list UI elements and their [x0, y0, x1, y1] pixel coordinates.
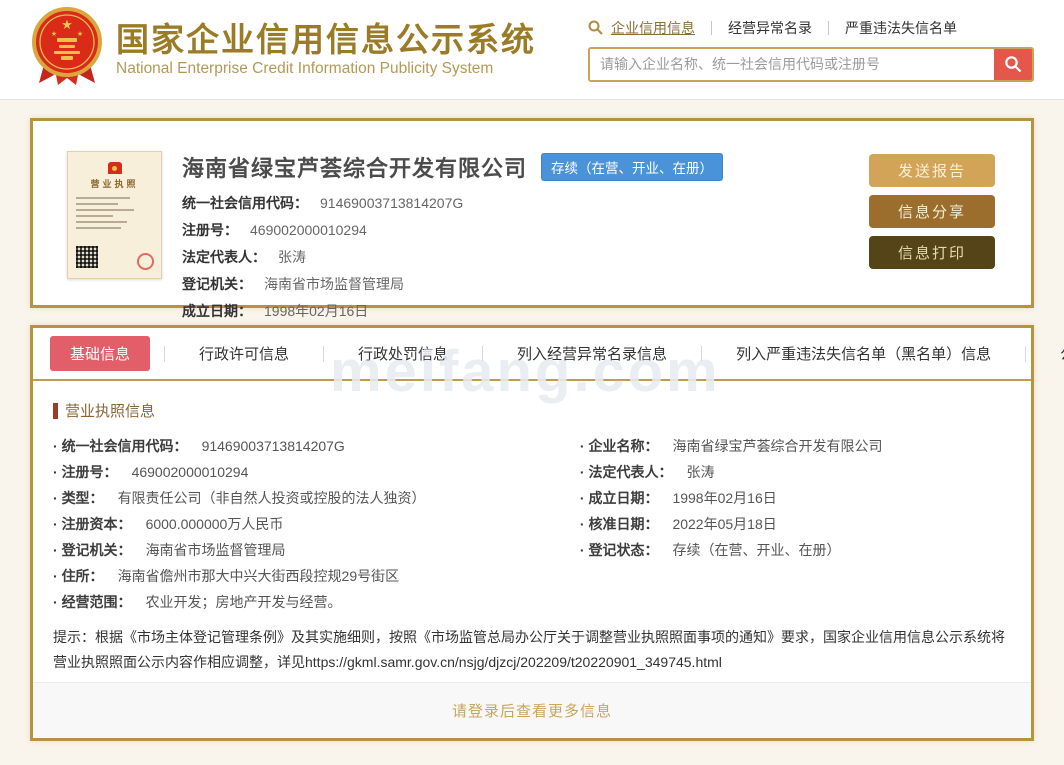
svg-text:★: ★ — [61, 17, 73, 32]
site-title: 国家企业信用信息公示系统 — [116, 20, 536, 58]
national-emblem-logo: ★ ★ ★ — [30, 5, 104, 94]
field-address: 住所：海南省儋州市那大中兴大街西段控规29号街区 — [53, 566, 580, 592]
license-fields-left-column: 统一社会信用代码：91469003713814207G 注册号：46900200… — [53, 436, 580, 618]
search-button[interactable] — [994, 48, 1032, 80]
field-approval-date: 核准日期：2022年05月18日 — [580, 514, 1011, 540]
site-subtitle: National Enterprise Credit Information P… — [116, 60, 494, 78]
tab-bar: 基础信息 行政许可信息 行政处罚信息 列入经营异常名录信息 列入严重违法失信名单… — [33, 328, 1064, 381]
tab-separator — [482, 345, 484, 362]
nav-link-serious-violations[interactable]: 严重违法失信名单 — [845, 18, 957, 38]
field-reg-authority: 登记机关：海南省市场监督管理局 — [53, 540, 580, 566]
card-footer: 请登录后查看更多信息 — [33, 682, 1031, 738]
tab-admin-penalty[interactable]: 行政处罚信息 — [338, 336, 468, 371]
license-fields-grid: 统一社会信用代码：91469003713814207G 注册号：46900200… — [53, 436, 1011, 618]
page-main: 营业执照 海南省绿宝芦荟综合开发有限公司 存续（在营、开业、在册） 统一社会信用… — [0, 100, 1064, 741]
summary-field-reg-number: 注册号： 469002000010294 — [182, 222, 367, 238]
field-registration-status: 登记状态：存续（在营、开业、在册） — [580, 540, 1011, 566]
print-info-button[interactable]: 信息打印 — [869, 236, 995, 269]
nav-link-abnormal-operations[interactable]: 经营异常名录 — [728, 18, 812, 38]
license-fields-right-column: 企业名称：海南省绿宝芦荟综合开发有限公司 法定代表人：张涛 成立日期：1998年… — [580, 436, 1011, 618]
svg-text:★: ★ — [51, 30, 57, 38]
detail-card: 基础信息 行政许可信息 行政处罚信息 列入经营异常名录信息 列入严重违法失信名单… — [30, 325, 1064, 741]
brand-text: 国家企业信用信息公示系统 National Enterprise Credit … — [116, 21, 536, 79]
summary-field-establish-date: 成立日期： 1998年02月16日 — [182, 303, 369, 319]
summary-field-legal-rep: 法定代表人： 张涛 — [182, 249, 306, 265]
search-bar — [588, 46, 1034, 82]
tab-abnormal-operations[interactable]: 列入经营异常名录信息 — [497, 336, 687, 371]
qr-code-icon — [76, 246, 98, 268]
license-info-section: 营业执照信息 统一社会信用代码：91469003713814207G 注册号：4… — [33, 381, 1031, 682]
license-emblem-icon — [107, 162, 122, 174]
tab-separator — [701, 345, 703, 362]
top-nav: 企业信用信息 经营异常名录 严重违法失信名单 — [588, 18, 1034, 38]
search-icon — [588, 20, 603, 35]
license-text-lines — [76, 197, 153, 229]
field-registered-capital: 注册资本：6000.000000万人民币 — [53, 514, 580, 540]
business-license-thumbnail[interactable]: 营业执照 — [67, 151, 162, 279]
tab-separator — [164, 345, 166, 362]
brand: ★ ★ ★ 国家企业信用信息公示系统 National Enterprise C… — [30, 5, 536, 94]
login-for-more-hint[interactable]: 请登录后查看更多信息 — [452, 700, 612, 721]
license-thumb-title: 营业执照 — [90, 179, 139, 189]
status-badge: 存续（在营、开业、在册） — [541, 153, 724, 181]
field-company-type: 类型：有限责任公司（非自然人投资或控股的法人独资） — [53, 488, 580, 514]
summary-field-credit-code: 统一社会信用代码： 91469003713814207G — [182, 195, 464, 211]
field-company-name: 企业名称：海南省绿宝芦荟综合开发有限公司 — [580, 436, 1011, 462]
field-reg-number: 注册号：469002000010294 — [53, 462, 580, 488]
summary-field-reg-authority: 登记机关： 海南省市场监督管理局 — [182, 276, 404, 292]
field-credit-code: 统一社会信用代码：91469003713814207G — [53, 436, 580, 462]
share-info-button[interactable]: 信息分享 — [869, 195, 995, 228]
tab-admin-licensing[interactable]: 行政许可信息 — [179, 336, 309, 371]
company-summary-card: 营业执照 海南省绿宝芦荟综合开发有限公司 存续（在营、开业、在册） 统一社会信用… — [30, 118, 1034, 319]
send-report-button[interactable]: 发送报告 — [869, 154, 995, 187]
nav-separator — [711, 20, 712, 35]
field-legal-rep: 法定代表人：张涛 — [580, 462, 1011, 488]
nav-link-enterprise-credit[interactable]: 企业信用信息 — [611, 18, 695, 38]
company-name: 海南省绿宝芦荟综合开发有限公司 — [182, 156, 528, 181]
tab-separator — [323, 345, 325, 362]
tab-announcements[interactable]: 公告信息 — [1040, 336, 1064, 371]
svg-text:★: ★ — [77, 30, 83, 38]
header-right: 企业信用信息 经营异常名录 严重违法失信名单 — [588, 18, 1034, 82]
summary-actions: 发送报告 信息分享 信息打印 — [869, 151, 995, 305]
search-input[interactable] — [590, 48, 994, 80]
field-business-scope: 经营范围：农业开发；房地产开发与经营。 — [53, 592, 580, 618]
tab-separator — [1025, 345, 1027, 362]
adjustment-notice: 提示：根据《市场主体登记管理条例》及其实施细则，按照《市场监管总局办公厅关于调整… — [53, 629, 1005, 670]
red-seal-icon — [137, 253, 154, 270]
site-header: ★ ★ ★ 国家企业信用信息公示系统 National Enterprise C… — [0, 0, 1064, 100]
nav-separator — [828, 20, 829, 35]
tab-basic-info[interactable]: 基础信息 — [50, 336, 151, 371]
tab-serious-violations[interactable]: 列入严重违法失信名单（黑名单）信息 — [716, 336, 1011, 371]
field-establish-date: 成立日期：1998年02月16日 — [580, 488, 1011, 514]
section-bar — [53, 402, 58, 419]
summary-main: 海南省绿宝芦荟综合开发有限公司 存续（在营、开业、在册） 统一社会信用代码： 91… — [182, 151, 869, 319]
section-title: 营业执照信息 — [65, 403, 156, 420]
